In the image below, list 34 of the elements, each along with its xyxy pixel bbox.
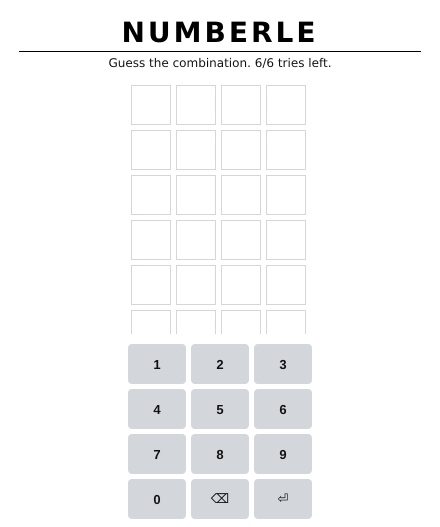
empty-tile	[130, 265, 170, 305]
empty-tile	[130, 220, 170, 260]
digit-key[interactable]: 6	[254, 389, 312, 429]
empty-tile	[266, 85, 306, 125]
digit-key[interactable]: 1	[128, 344, 186, 384]
digit-key[interactable]: 9	[254, 434, 312, 474]
empty-tile	[176, 130, 216, 170]
game-title: NUMBERLE	[120, 16, 320, 50]
empty-tile	[176, 220, 216, 260]
status-text: Guess the combination. 6/6 tries left.	[107, 55, 333, 71]
empty-tile	[220, 175, 260, 215]
empty-tile	[176, 85, 216, 125]
backspace-key[interactable]: ⌫	[191, 479, 249, 519]
digit-key[interactable]: 7	[128, 434, 186, 474]
empty-tile	[130, 85, 170, 125]
empty-tile	[220, 220, 260, 260]
enter-key[interactable]: ⏎	[254, 479, 312, 519]
empty-tile	[266, 175, 306, 215]
digit-key[interactable]: 3	[254, 344, 312, 384]
empty-tile	[266, 130, 306, 170]
digit-key[interactable]: 8	[191, 434, 249, 474]
empty-tile	[130, 130, 170, 170]
empty-tile	[220, 85, 260, 125]
empty-tile	[220, 265, 260, 305]
empty-tile	[176, 175, 216, 215]
empty-tile	[266, 220, 306, 260]
digit-key[interactable]: 5	[191, 389, 249, 429]
empty-tile	[176, 265, 216, 305]
empty-tile	[220, 130, 260, 170]
digit-key[interactable]: 0	[128, 479, 186, 519]
empty-tile	[266, 265, 306, 305]
digit-key[interactable]: 2	[191, 344, 249, 384]
digit-key[interactable]: 4	[128, 389, 186, 429]
empty-tile	[130, 175, 170, 215]
